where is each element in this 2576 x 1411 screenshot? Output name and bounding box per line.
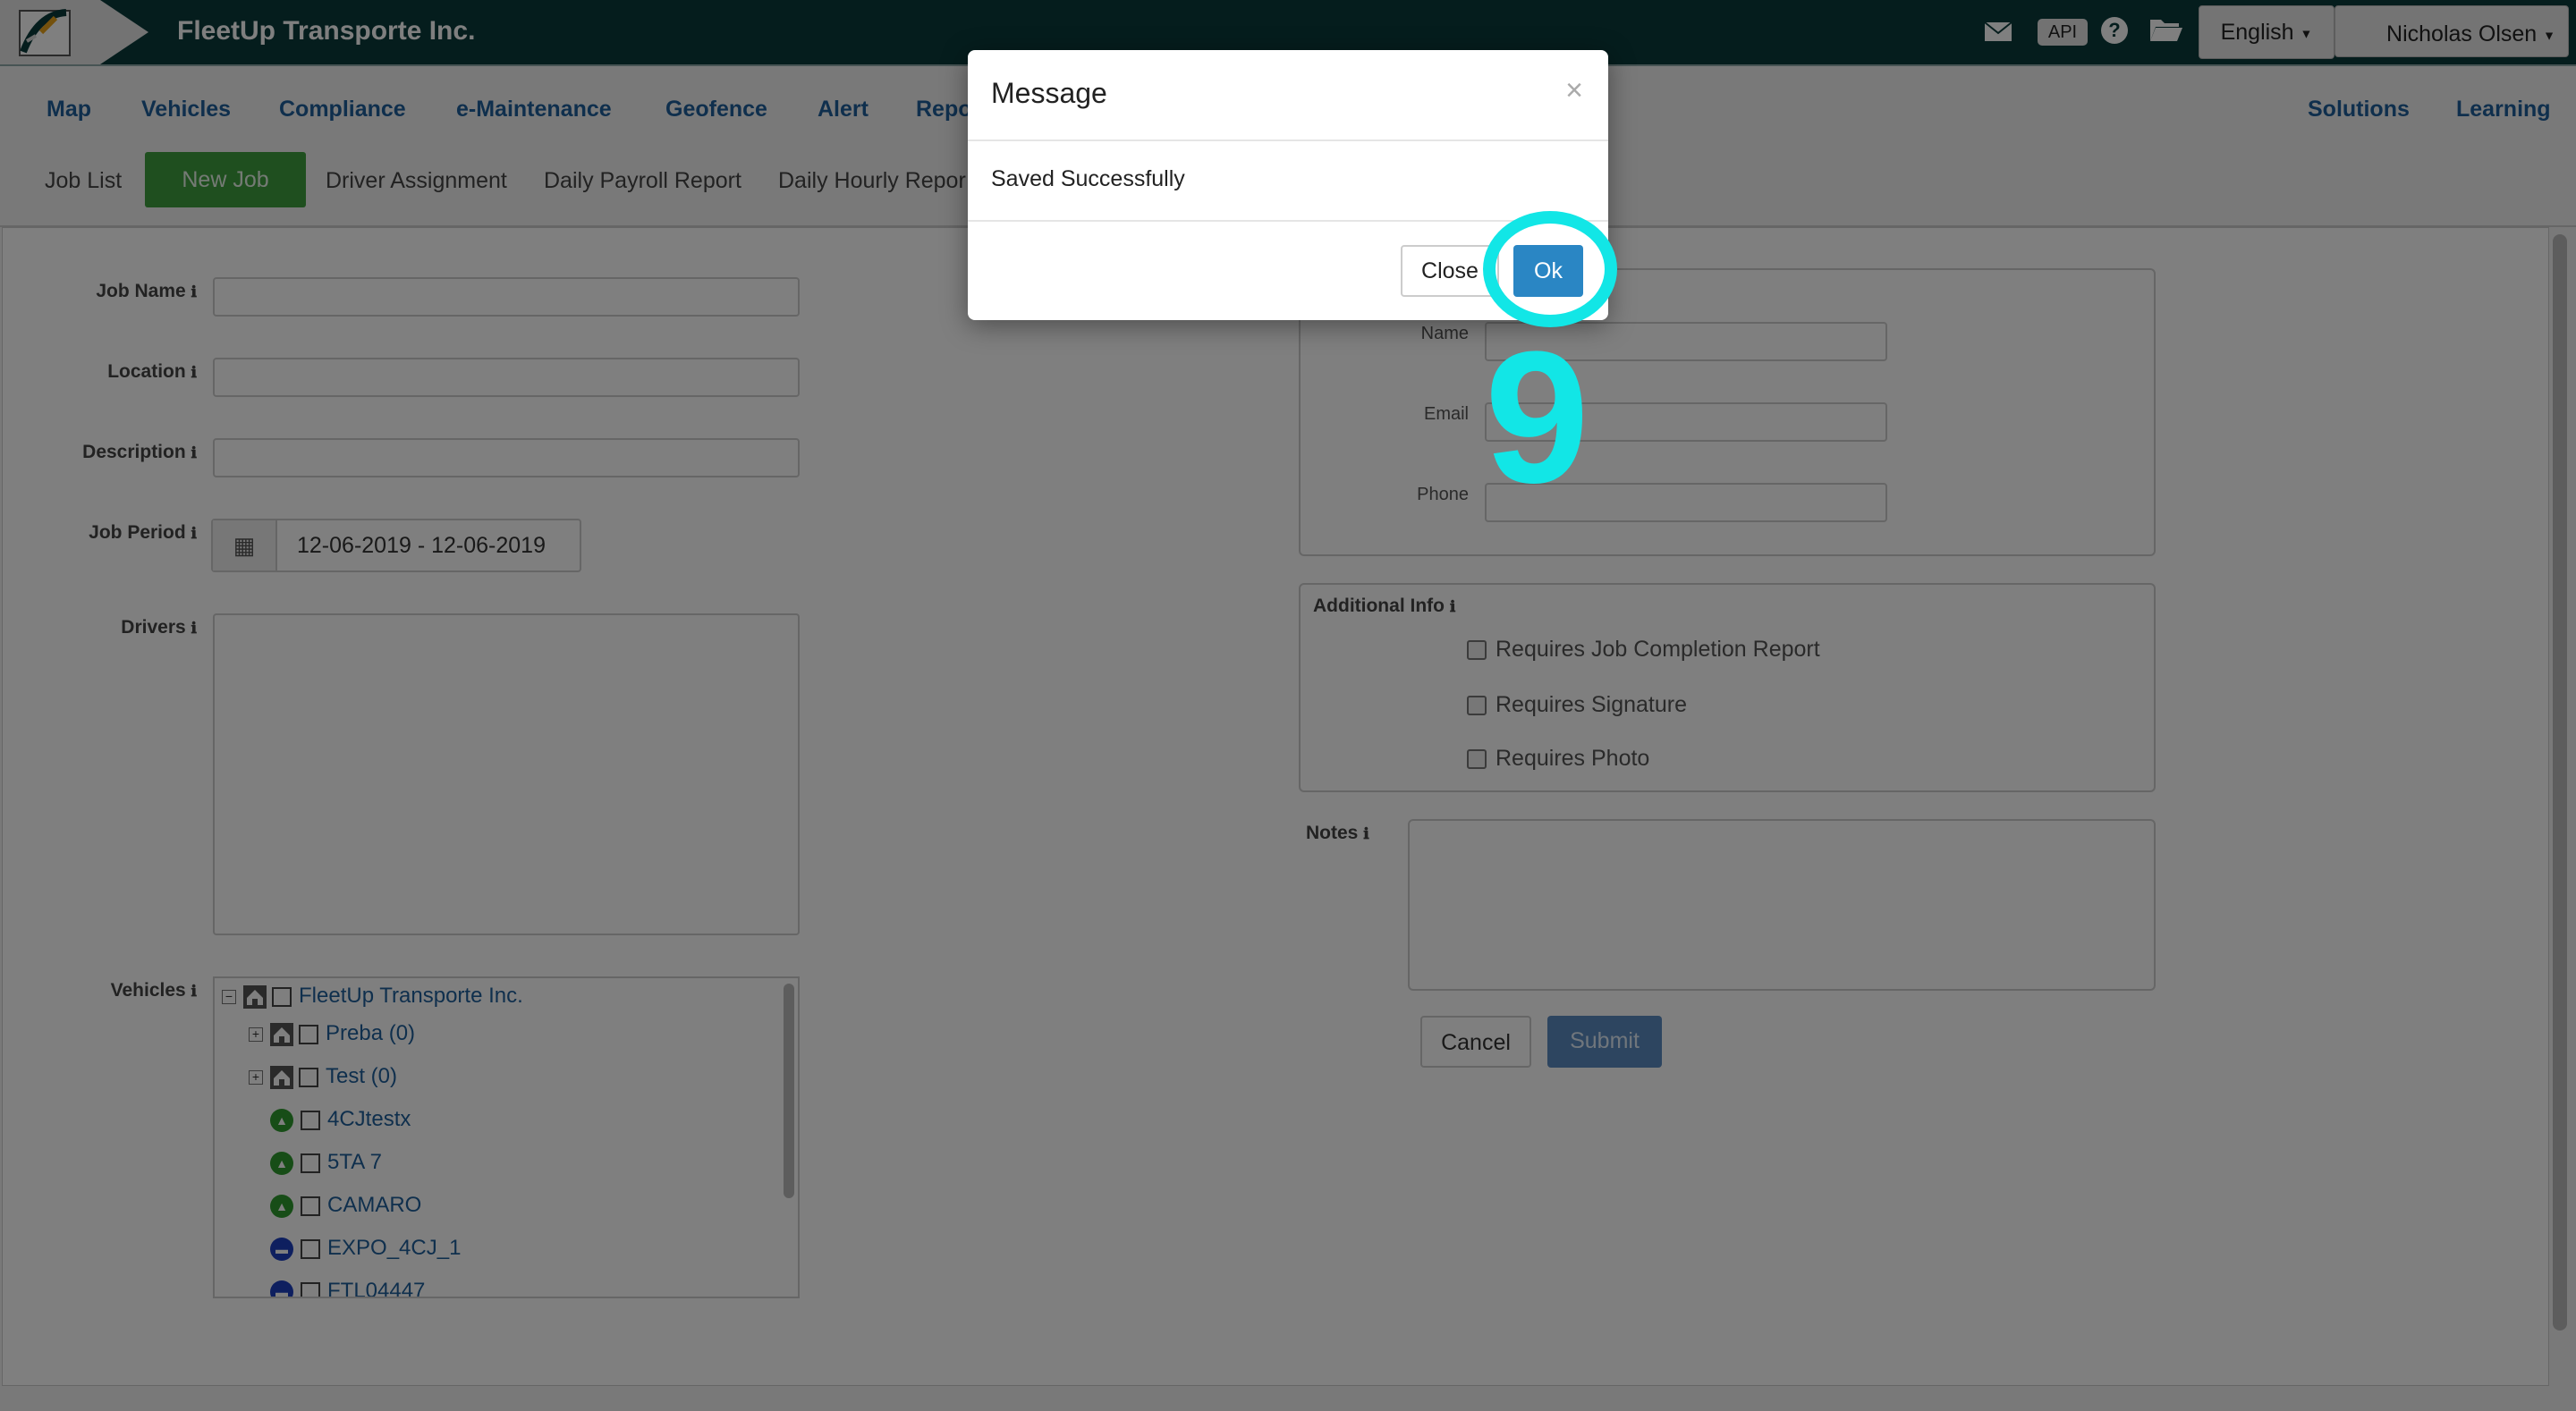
dialog-title: Message — [991, 77, 1107, 109]
step-highlight-ring — [1483, 211, 1617, 327]
step-number: 9 — [1485, 312, 1589, 522]
dialog-message: Saved Successfully — [991, 166, 1185, 191]
close-icon[interactable]: × — [1565, 73, 1583, 108]
divider — [968, 139, 1608, 141]
